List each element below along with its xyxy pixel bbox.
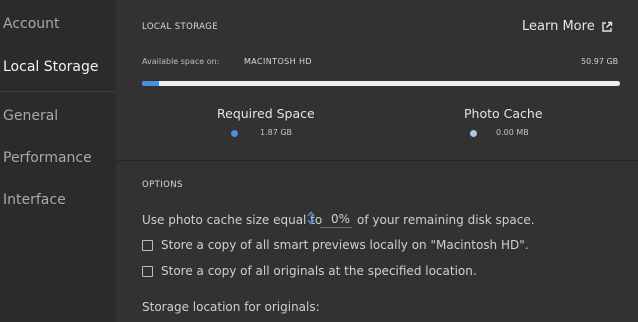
sidebar-item-account[interactable]: Account bbox=[3, 16, 60, 32]
required-space-fill bbox=[142, 81, 159, 86]
options-heading: OPTIONS bbox=[142, 180, 183, 190]
originals-label[interactable]: Store a copy of all originals at the spe… bbox=[161, 264, 477, 278]
section-divider bbox=[116, 160, 638, 161]
required-space-label: Required Space bbox=[217, 106, 315, 121]
required-space-dot bbox=[231, 130, 238, 137]
sidebar-item-performance[interactable]: Performance bbox=[3, 150, 92, 166]
required-space-value: 1.87 GB bbox=[260, 128, 293, 137]
storage-location-label: Storage location for originals: bbox=[142, 300, 320, 314]
cache-size-suffix: of your remaining disk space. bbox=[357, 213, 535, 227]
chevron-up-icon bbox=[307, 211, 315, 217]
learn-more-label: Learn More bbox=[522, 19, 595, 34]
cache-size-stepper[interactable] bbox=[306, 210, 316, 226]
photo-cache-dot bbox=[470, 130, 477, 137]
storage-usage-bar bbox=[142, 81, 620, 86]
smart-previews-label[interactable]: Store a copy of all smart previews local… bbox=[161, 238, 529, 252]
cache-size-prefix: Use photo cache size equal to bbox=[142, 213, 323, 227]
settings-sidebar: Account Local Storage General Performanc… bbox=[0, 0, 116, 322]
available-space-label: Available space on: bbox=[142, 57, 220, 66]
available-space-value: 50.97 GB bbox=[581, 57, 619, 66]
drive-name: MACINTOSH HD bbox=[244, 57, 312, 66]
chevron-down-icon bbox=[307, 219, 315, 225]
sidebar-divider bbox=[0, 91, 116, 92]
learn-more-link[interactable]: Learn More bbox=[522, 19, 613, 34]
cache-size-input[interactable]: 0% bbox=[320, 212, 352, 228]
photo-cache-value: 0.00 MB bbox=[496, 128, 529, 137]
smart-previews-checkbox[interactable] bbox=[142, 240, 153, 251]
sidebar-item-interface[interactable]: Interface bbox=[3, 192, 66, 208]
local-storage-heading: LOCAL STORAGE bbox=[142, 22, 218, 32]
photo-cache-label: Photo Cache bbox=[464, 106, 543, 121]
originals-checkbox[interactable] bbox=[142, 266, 153, 277]
external-link-icon bbox=[602, 21, 612, 32]
sidebar-item-local-storage[interactable]: Local Storage bbox=[3, 59, 99, 75]
sidebar-item-general[interactable]: General bbox=[3, 108, 58, 124]
